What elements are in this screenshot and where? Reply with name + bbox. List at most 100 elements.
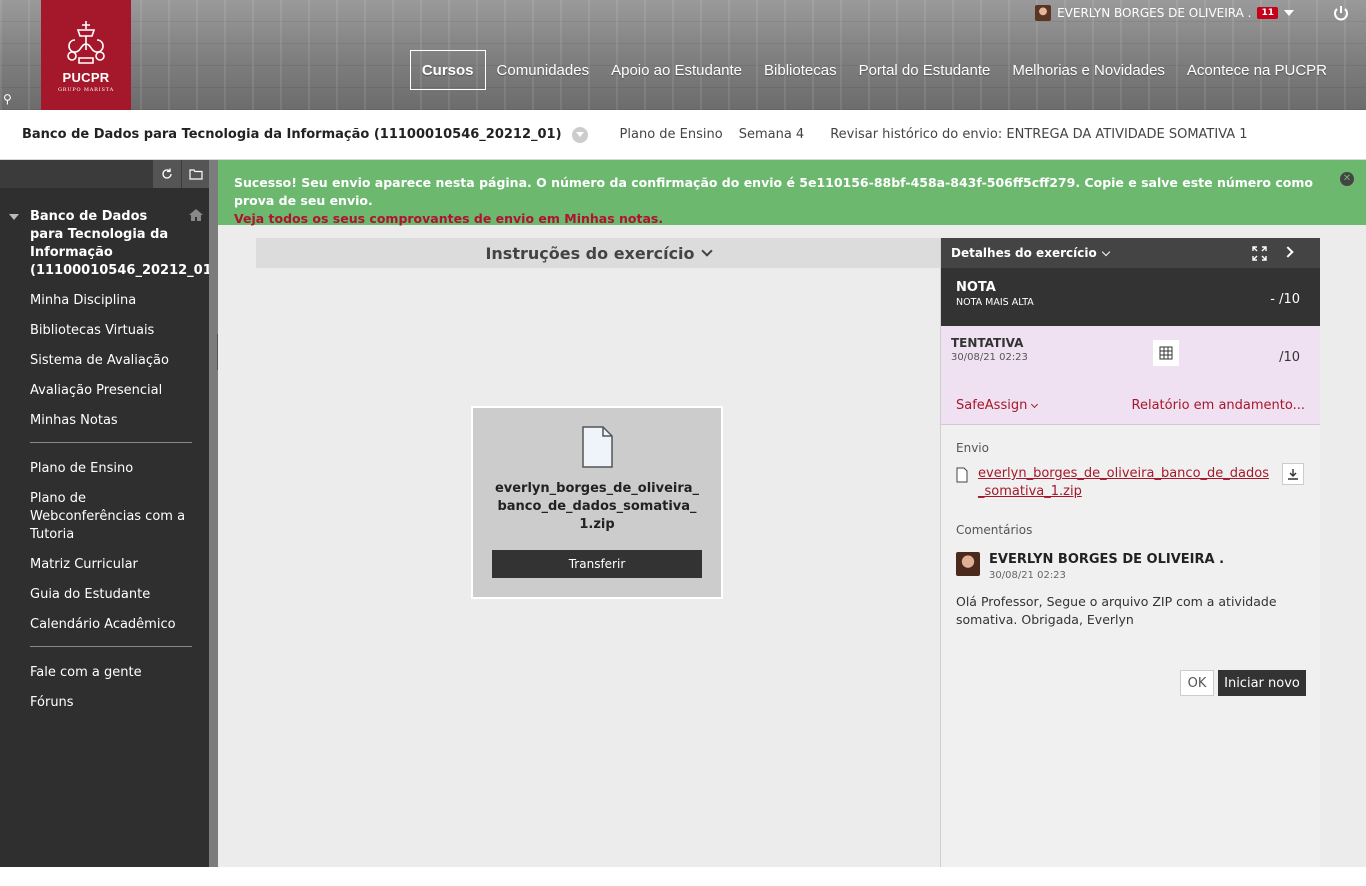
success-message: Sucesso! Seu envio aparece nesta página.… — [234, 175, 1313, 208]
power-icon[interactable] — [1332, 4, 1350, 22]
comment-header: EVERLYN BORGES DE OLIVEIRA . 30/08/21 02… — [956, 552, 1305, 581]
close-icon[interactable]: ✕ — [1340, 172, 1354, 186]
breadcrumb-menu-button[interactable] — [571, 126, 588, 143]
instructions-title: Instruções do exercício — [485, 243, 695, 263]
file-icon — [956, 467, 968, 483]
report-status: Relatório em andamento... — [1131, 398, 1305, 413]
user-name: EVERLYN BORGES DE OLIVEIRA . — [1057, 6, 1252, 20]
submission-section: Envio everlyn_borges_de_oliveira_banco_d… — [941, 441, 1320, 501]
refresh-button[interactable] — [153, 160, 181, 188]
ok-button[interactable]: OK — [1180, 670, 1214, 696]
chevron-down-icon — [1031, 400, 1039, 408]
folder-icon — [189, 169, 203, 180]
start-new-button[interactable]: Iniciar novo — [1218, 670, 1306, 696]
comment-date: 30/08/21 02:23 — [989, 570, 1066, 581]
course-menu: Banco de Dados para Tecnologia da Inform… — [0, 160, 218, 867]
top-banner: PUCPR GRUPO MARISTA ⚲ EVERLYN BORGES DE … — [0, 0, 1366, 110]
chevron-right-icon[interactable] — [1282, 246, 1294, 258]
menu-divider — [30, 646, 192, 647]
menu-item-foruns[interactable]: Fóruns — [0, 694, 210, 712]
breadcrumb-course[interactable]: Banco de Dados para Tecnologia da Inform… — [22, 127, 562, 142]
details-title: Detalhes do exercício — [951, 246, 1097, 260]
refresh-icon — [162, 168, 172, 179]
collapse-triangle-icon[interactable] — [9, 214, 19, 220]
attempt-value: /10 — [1279, 350, 1300, 365]
details-panel: Detalhes do exercício NOTA NOTA MAIS ALT… — [940, 238, 1320, 867]
link-icon[interactable]: ⚲ — [3, 92, 19, 108]
main-nav: Cursos Comunidades Apoio ao Estudante Bi… — [409, 50, 1338, 90]
comment-author: EVERLYN BORGES DE OLIVEIRA . — [989, 552, 1225, 567]
logo-brand: PUCPR — [62, 69, 110, 85]
document-icon — [582, 426, 613, 468]
file-preview-card: everlyn_borges_de_oliveira_banco_de_dado… — [471, 406, 723, 599]
grade-subtitle: NOTA MAIS ALTA — [956, 297, 1034, 308]
grade-title: NOTA — [956, 280, 996, 295]
menu-item-minhas-notas[interactable]: Minhas Notas — [0, 412, 210, 430]
breadcrumb-item[interactable]: Semana 4 — [739, 127, 805, 142]
comments-section: Comentários EVERLYN BORGES DE OLIVEIRA .… — [941, 523, 1320, 629]
download-icon[interactable] — [1282, 463, 1304, 485]
menu-item-avaliacao-presencial[interactable]: Avaliação Presencial — [0, 382, 210, 400]
breadcrumb-item[interactable]: Plano de Ensino — [620, 127, 723, 142]
success-banner: Sucesso! Seu envio aparece nesta página.… — [218, 160, 1366, 228]
submission-file-link[interactable]: everlyn_borges_de_oliveira_banco_de_dado… — [978, 465, 1273, 501]
breadcrumb-current: Revisar histórico do envio: ENTREGA DA A… — [830, 127, 1248, 142]
grid-icon[interactable] — [1153, 340, 1179, 366]
menu-item-matriz-curricular[interactable]: Matriz Curricular — [0, 556, 210, 574]
menu-item-sistema-avaliacao[interactable]: Sistema de Avaliação — [0, 352, 210, 370]
nav-comunidades[interactable]: Comunidades — [486, 50, 601, 90]
grade-block: NOTA NOTA MAIS ALTA - /10 — [941, 268, 1320, 326]
expand-icon[interactable] — [1252, 246, 1267, 261]
crest-icon — [67, 20, 105, 64]
avatar — [956, 552, 980, 576]
nav-cursos[interactable]: Cursos — [409, 50, 486, 90]
logo-subtitle: GRUPO MARISTA — [58, 86, 114, 93]
safeassign-toggle[interactable]: SafeAssign — [956, 398, 1039, 413]
course-menu-list: Fale com a gente Fóruns — [0, 664, 210, 712]
chevron-down-icon — [1101, 247, 1110, 256]
nav-acontece[interactable]: Acontece na PUCPR — [1176, 50, 1338, 90]
menu-item-fale-conosco[interactable]: Fale com a gente — [0, 664, 210, 682]
nav-portal-estudante[interactable]: Portal do Estudante — [848, 50, 1002, 90]
menu-item-guia-estudante[interactable]: Guia do Estudante — [0, 586, 210, 604]
details-header[interactable]: Detalhes do exercício — [941, 238, 1320, 268]
nav-apoio-estudante[interactable]: Apoio ao Estudante — [600, 50, 753, 90]
user-avatar — [1035, 5, 1052, 21]
grade-value: - /10 — [1270, 292, 1300, 307]
safeassign-label: SafeAssign — [956, 398, 1028, 413]
comment-text: Olá Professor, Segue o arquivo ZIP com a… — [956, 594, 1277, 627]
file-name: everlyn_borges_de_oliveira_banco_de_dado… — [494, 481, 700, 532]
menu-item-calendario-academico[interactable]: Calendário Acadêmico — [0, 616, 210, 634]
table-icon — [1159, 346, 1173, 360]
chevron-down-icon — [700, 245, 713, 257]
submission-file: everlyn_borges_de_oliveira_banco_de_dado… — [956, 463, 1305, 501]
main-content: Sucesso! Seu envio aparece nesta página.… — [218, 160, 1366, 867]
receipts-link[interactable]: Veja todos os seus comprovantes de envio… — [234, 210, 1350, 228]
user-menu[interactable]: EVERLYN BORGES DE OLIVEIRA . 11 — [1035, 4, 1294, 22]
menu-divider — [30, 442, 192, 443]
folder-view-button[interactable] — [182, 160, 210, 188]
sidebar-scrollbar[interactable] — [209, 160, 218, 867]
download-button[interactable]: Transferir — [492, 550, 702, 578]
attempt-block[interactable]: TENTATIVA 30/08/21 02:23 /10 SafeAssign … — [941, 326, 1320, 425]
attempt-title: TENTATIVA — [951, 336, 1024, 350]
breadcrumb: Banco de Dados para Tecnologia da Inform… — [0, 110, 1366, 160]
comments-label: Comentários — [956, 523, 1033, 537]
notification-badge[interactable]: 11 — [1257, 7, 1278, 19]
menu-item-minha-disciplina[interactable]: Minha Disciplina — [0, 292, 210, 310]
chevron-down-icon[interactable] — [1284, 10, 1294, 16]
menu-item-plano-webconferencias[interactable]: Plano de Webconferências com a Tutoria — [0, 490, 210, 544]
nav-bibliotecas[interactable]: Bibliotecas — [753, 50, 848, 90]
nav-melhorias[interactable]: Melhorias e Novidades — [1001, 50, 1176, 90]
course-menu-title[interactable]: Banco de Dados para Tecnologia da Inform… — [0, 188, 218, 280]
course-menu-list: Plano de Ensino Plano de Webconferências… — [0, 460, 210, 634]
instructions-toggle[interactable]: Instruções do exercício — [256, 238, 940, 268]
menu-item-plano-ensino[interactable]: Plano de Ensino — [0, 460, 210, 478]
home-icon[interactable] — [188, 208, 204, 222]
download-arrow-icon — [1288, 469, 1298, 480]
pucpr-logo[interactable]: PUCPR GRUPO MARISTA — [41, 0, 131, 110]
menu-item-bibliotecas-virtuais[interactable]: Bibliotecas Virtuais — [0, 322, 210, 340]
action-buttons: OK Iniciar novo — [1180, 670, 1306, 696]
submission-label: Envio — [956, 441, 989, 455]
attempt-date: 30/08/21 02:23 — [951, 352, 1028, 363]
